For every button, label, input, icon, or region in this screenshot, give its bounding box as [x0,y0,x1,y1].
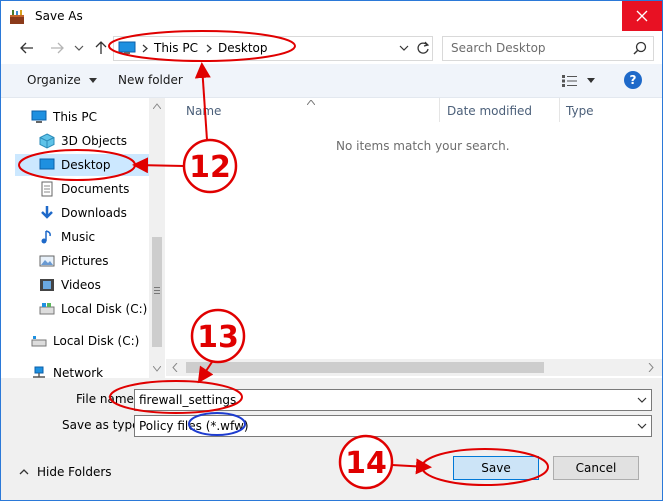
navigation-scroll-thumb[interactable] [152,237,162,347]
new-folder-button[interactable]: New folder [118,73,183,87]
nav-item-pictures[interactable]: Pictures [39,250,109,272]
drive-icon [31,336,47,347]
search-icon[interactable] [633,41,647,55]
video-icon [40,279,54,291]
file-name-label: File name: [76,392,138,406]
nav-item-local-disk-c[interactable]: Local Disk (C:) [39,298,147,320]
column-header-name[interactable]: Name [186,98,221,122]
nav-item-label: Downloads [61,206,127,220]
app-icon [10,10,24,24]
nav-item-label: Network [53,366,104,378]
file-name-value: firewall_settings [139,393,237,407]
arrow-right-icon [51,42,64,54]
navigation-row: This PC Desktop [1,33,662,63]
music-icon [41,230,51,244]
breadcrumb-this-pc[interactable]: This PC [154,41,198,55]
scroll-right-icon[interactable] [648,363,654,372]
organize-label: Organize [27,73,81,87]
view-options-icon[interactable] [561,74,579,88]
close-icon [636,10,648,22]
cancel-button[interactable]: Cancel [553,456,639,480]
save-as-type-value: Policy files (*.wfw) [139,419,249,433]
empty-message: No items match your search. [336,139,510,153]
caret-down-icon [88,78,97,83]
nav-item-documents[interactable]: Documents [39,178,129,200]
picture-icon [39,255,55,267]
chevron-down-icon[interactable] [637,396,647,404]
navigation-pane: This PC 3D Objects Desktop Documents Dow… [1,98,149,378]
horizontal-scrollbar[interactable] [166,359,662,376]
column-header-date-modified[interactable]: Date modified [447,98,532,122]
sort-ascending-icon [307,100,315,105]
search-input[interactable] [443,37,631,58]
organize-button[interactable]: Organize [27,73,97,87]
nav-item-desktop[interactable]: Desktop [15,154,149,176]
window-title: Save As [35,9,83,23]
file-type-extension: (*.wfw) [205,419,249,433]
horizontal-scroll-thumb[interactable] [186,362,544,373]
back-button[interactable] [17,37,37,59]
save-as-type-select[interactable]: Policy files (*.wfw) [134,415,652,437]
refresh-icon[interactable] [416,40,430,56]
column-header-type[interactable]: Type [566,98,594,122]
chevron-down-icon[interactable] [637,422,647,430]
up-button[interactable] [91,37,111,59]
nav-item-label: Local Disk (C:) [53,334,140,348]
hide-folders-button[interactable]: Hide Folders [19,465,112,479]
search-box [442,36,654,61]
nav-item-music[interactable]: Music [39,226,95,248]
address-dropdown-icon[interactable] [397,41,411,55]
save-as-dialog: Save As This PC Desktop Search Desktop O… [0,0,663,501]
network-icon [33,366,45,378]
help-icon[interactable]: ? [624,71,642,89]
save-as-type-label: Save as type: [62,418,144,432]
save-form: File name: firewall_settings Save as typ… [1,378,662,500]
save-button[interactable]: Save [453,456,539,480]
file-list: Name Date modified Type No items match y… [166,98,662,358]
scroll-up-icon[interactable] [153,103,161,109]
nav-item-videos[interactable]: Videos [39,274,101,296]
chevron-down-icon [74,45,84,51]
scroll-left-icon[interactable] [172,363,178,372]
breadcrumb-desktop[interactable]: Desktop [218,41,268,55]
pc-icon [118,41,136,54]
nav-item-label: Music [61,230,96,244]
chevron-up-icon [19,469,29,475]
file-type-name: Policy files [139,419,206,433]
recent-locations-button[interactable] [69,37,89,59]
pc-icon [31,110,47,123]
nav-item-label: 3D Objects [61,134,128,148]
arrow-up-icon [95,41,107,54]
nav-item-3d-objects[interactable]: 3D Objects [39,130,127,152]
nav-item-label: Pictures [61,254,109,268]
nav-item-local-disk-c-2[interactable]: Local Disk (C:) [31,330,139,352]
column-divider[interactable] [439,98,440,122]
nav-item-this-pc[interactable]: This PC [31,106,97,128]
chevron-right-icon [206,44,212,53]
arrow-left-icon [20,42,33,54]
desktop-icon [39,158,55,170]
nav-item-label: Local Disk (C:) [61,302,148,316]
nav-item-downloads[interactable]: Downloads [39,202,127,224]
nav-item-label: Documents [61,182,130,196]
chevron-right-icon [142,44,148,53]
file-name-input[interactable]: firewall_settings [134,389,652,411]
cube-icon [39,133,55,149]
disk-icon [39,303,55,315]
nav-item-label: Videos [61,278,101,292]
caret-down-icon[interactable] [586,77,596,85]
document-icon [41,181,53,197]
scroll-down-icon[interactable] [153,366,161,372]
address-bar[interactable]: This PC Desktop [113,36,433,61]
forward-button[interactable] [47,37,67,59]
nav-item-label: This PC [53,110,97,124]
column-divider[interactable] [559,98,560,122]
download-icon [41,206,53,219]
nav-item-network[interactable]: Network [31,362,103,378]
command-bar: Organize New folder ? [1,64,662,98]
hide-folders-label: Hide Folders [37,465,112,479]
title-bar: Save As [1,1,662,32]
nav-item-label: Desktop [61,158,111,172]
close-button[interactable] [622,1,662,31]
